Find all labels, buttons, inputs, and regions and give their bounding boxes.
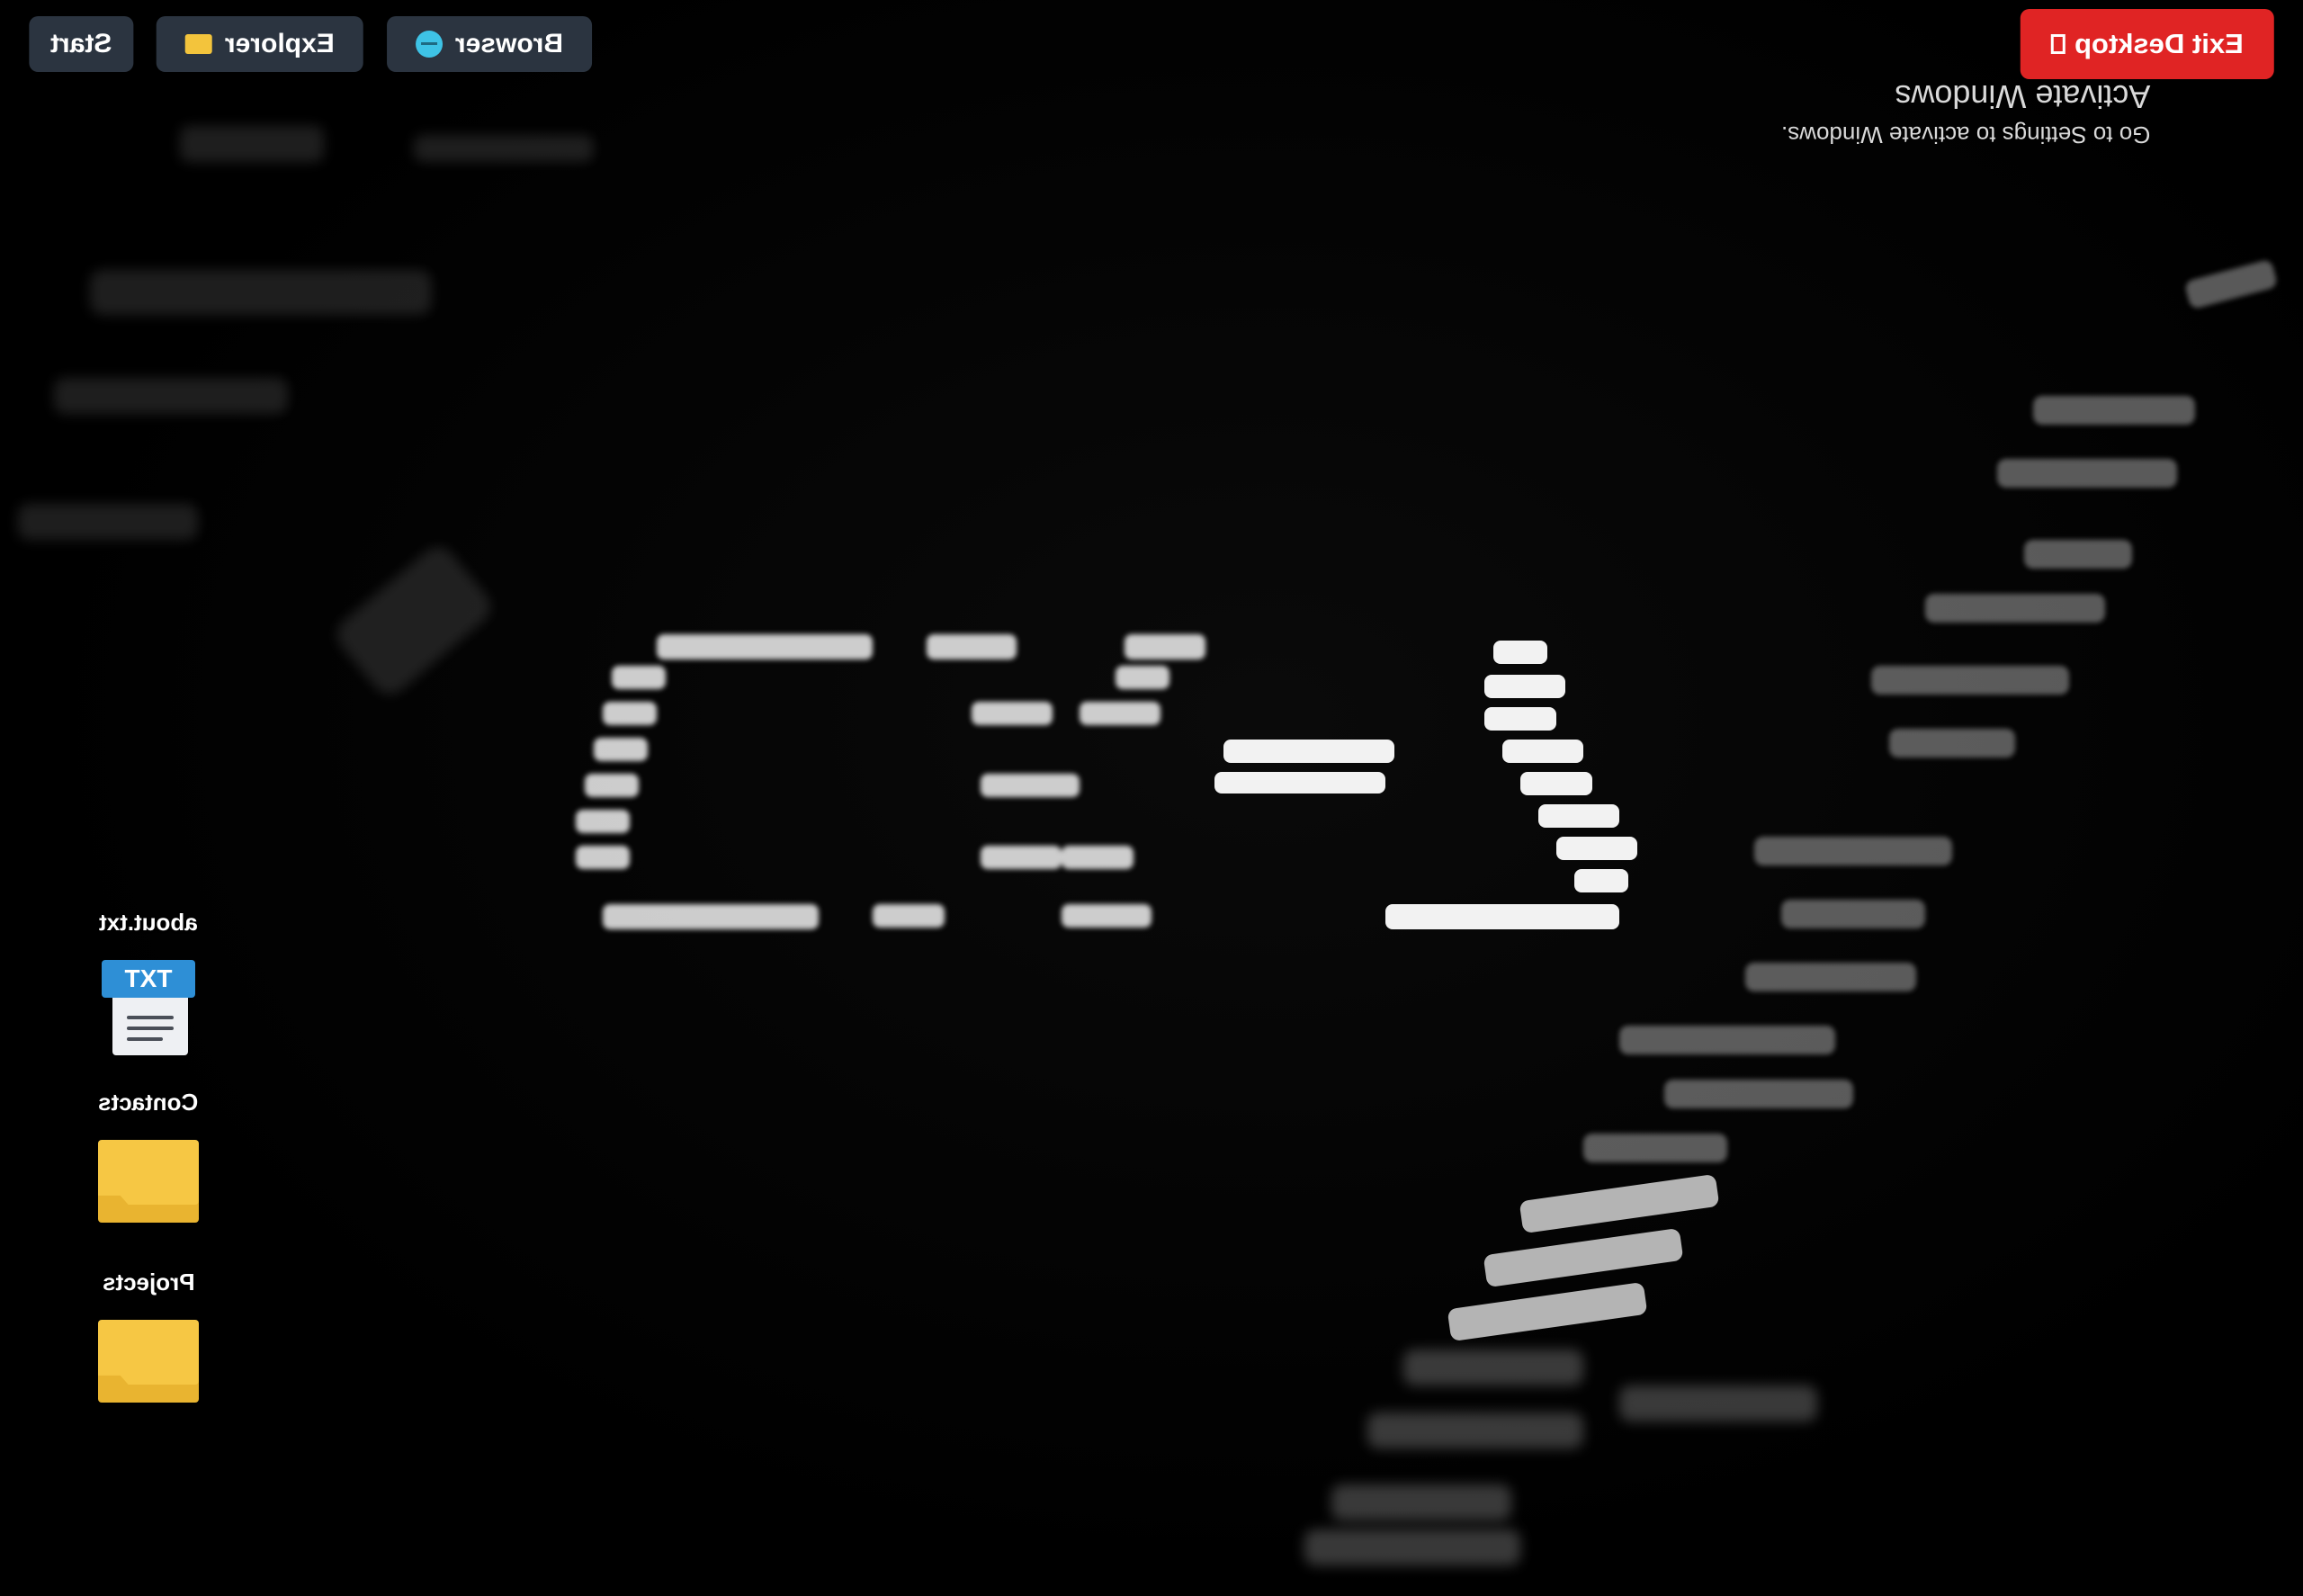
watermark-subtitle: Go to Settings to activate Windows. bbox=[1781, 121, 2151, 148]
text-file-icon: TXT bbox=[102, 960, 195, 1057]
exit-desktop-label: Exit Desktop bbox=[2074, 28, 2244, 59]
folder-icon bbox=[98, 1140, 199, 1223]
wallpaper-art bbox=[18, 126, 2277, 1565]
start-button[interactable]: Start bbox=[29, 16, 134, 72]
txt-badge: TXT bbox=[102, 960, 195, 998]
browser-button-label: Browser bbox=[455, 29, 564, 58]
top-toolbar: Start Explorer Browser bbox=[29, 16, 593, 72]
desktop-icon-label: Contacts bbox=[98, 1089, 199, 1116]
folder-icon bbox=[98, 1320, 199, 1403]
wallpaper bbox=[0, 0, 2303, 1596]
exit-desktop-button[interactable]: Exit Desktop bbox=[2021, 9, 2274, 79]
folder-icon bbox=[185, 34, 213, 54]
start-button-label: Start bbox=[50, 29, 112, 58]
desktop: Start Explorer Browser Exit Desktop Acti… bbox=[0, 0, 2303, 1596]
desktop-icon-label: Projects bbox=[102, 1269, 195, 1296]
desktop-icon-label: about.txt bbox=[99, 909, 198, 936]
desktop-icon-contacts[interactable]: Contacts bbox=[72, 1089, 225, 1223]
watermark-title: Activate Windows bbox=[1895, 78, 2151, 115]
explorer-button-label: Explorer bbox=[225, 29, 336, 58]
browser-button[interactable]: Browser bbox=[387, 16, 593, 72]
explorer-button[interactable]: Explorer bbox=[157, 16, 364, 72]
desktop-icon-about-txt[interactable]: about.txt TXT bbox=[72, 909, 225, 1057]
desktop-icon-projects[interactable]: Projects bbox=[72, 1269, 225, 1403]
activate-windows-watermark: Activate Windows Go to Settings to activ… bbox=[1781, 77, 2150, 148]
exit-icon bbox=[2051, 34, 2066, 54]
globe-icon bbox=[416, 31, 444, 58]
